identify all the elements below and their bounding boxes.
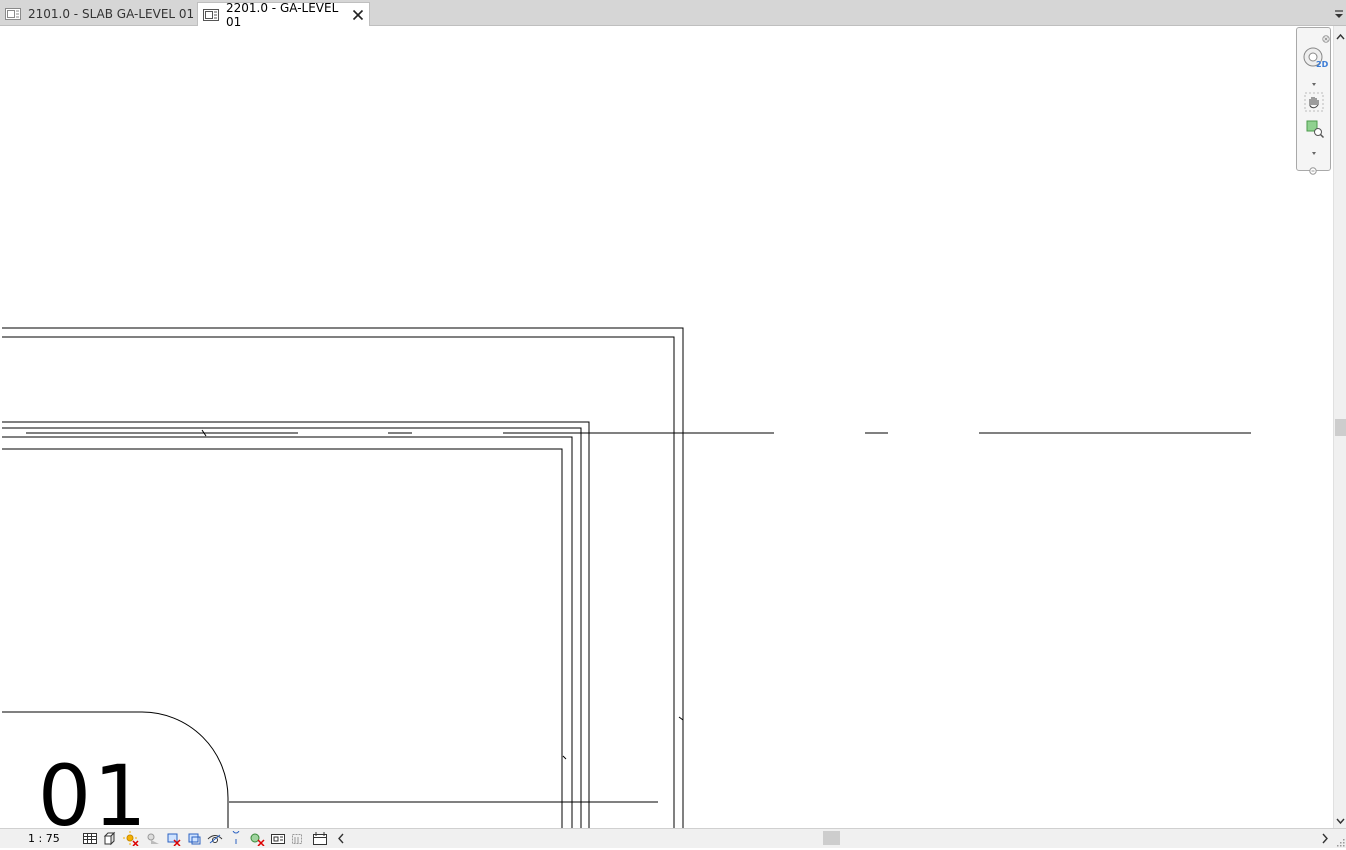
scroll-left-icon[interactable] bbox=[334, 831, 348, 846]
navbar-options-icon[interactable] bbox=[1309, 160, 1317, 175]
highlight-displacement-icon[interactable] bbox=[290, 831, 306, 846]
vertical-scrollbar[interactable] bbox=[1333, 26, 1346, 828]
sheet-icon bbox=[202, 8, 220, 22]
drawing-linework bbox=[2, 327, 1251, 828]
sheet-icon bbox=[4, 7, 22, 21]
analytical-model-icon[interactable] bbox=[270, 831, 286, 846]
tab-label: 2101.0 - SLAB GA-LEVEL 01 bbox=[28, 7, 195, 21]
horizontal-scrollbar[interactable] bbox=[334, 829, 1332, 848]
reveal-hidden-icon[interactable] bbox=[229, 826, 245, 846]
tab-label: 2201.0 - GA-LEVEL 01 bbox=[226, 0, 339, 29]
worksharing-icon[interactable] bbox=[249, 831, 265, 847]
resize-grip-icon[interactable] bbox=[1335, 837, 1345, 847]
temporary-view-properties-icon[interactable] bbox=[312, 831, 328, 846]
tab-2201-ga-level-01[interactable]: 2201.0 - GA-LEVEL 01 bbox=[197, 0, 370, 29]
scroll-right-icon[interactable] bbox=[1318, 831, 1332, 846]
close-navbar-icon[interactable] bbox=[1322, 28, 1330, 43]
wheel-dropdown-icon[interactable] bbox=[1300, 74, 1328, 86]
shadows-icon[interactable] bbox=[145, 831, 161, 846]
view-control-bar: 1 : 75 bbox=[0, 826, 1346, 848]
crop-view-icon[interactable] bbox=[165, 831, 181, 847]
zoom-region-icon[interactable] bbox=[1300, 118, 1328, 140]
navigation-bar: 2D bbox=[1296, 27, 1331, 175]
steering-wheel-icon[interactable]: 2D bbox=[1300, 44, 1328, 74]
scroll-up-icon[interactable] bbox=[1334, 28, 1346, 42]
temporary-hide-isolate-icon[interactable] bbox=[207, 831, 223, 846]
view-scale[interactable]: 1 : 75 bbox=[28, 832, 68, 845]
scroll-down-icon[interactable] bbox=[1334, 812, 1346, 826]
visual-style-icon[interactable] bbox=[103, 831, 119, 846]
detail-level-icon[interactable] bbox=[82, 831, 98, 846]
tab-2101-slab-ga-level-01[interactable]: 2101.0 - SLAB GA-LEVEL 01 bbox=[0, 2, 196, 26]
tab-list-dropdown-icon[interactable] bbox=[1334, 6, 1344, 20]
pan-icon[interactable] bbox=[1300, 91, 1328, 113]
show-crop-region-icon[interactable] bbox=[186, 831, 202, 846]
close-tab-icon[interactable] bbox=[352, 8, 365, 22]
level-label-text: ' 01 bbox=[2, 747, 149, 828]
view-tab-bar: 2101.0 - SLAB GA-LEVEL 01 2201.0 - GA-LE… bbox=[0, 0, 1346, 29]
wheel-2d-badge: 2D bbox=[1316, 60, 1329, 69]
drawing-canvas[interactable]: ' 01 bbox=[2, 26, 1332, 828]
zoom-dropdown-icon[interactable] bbox=[1300, 143, 1328, 155]
sun-path-icon[interactable] bbox=[123, 831, 139, 847]
horizontal-scroll-thumb[interactable] bbox=[823, 831, 840, 845]
vertical-scroll-thumb[interactable] bbox=[1335, 419, 1346, 436]
